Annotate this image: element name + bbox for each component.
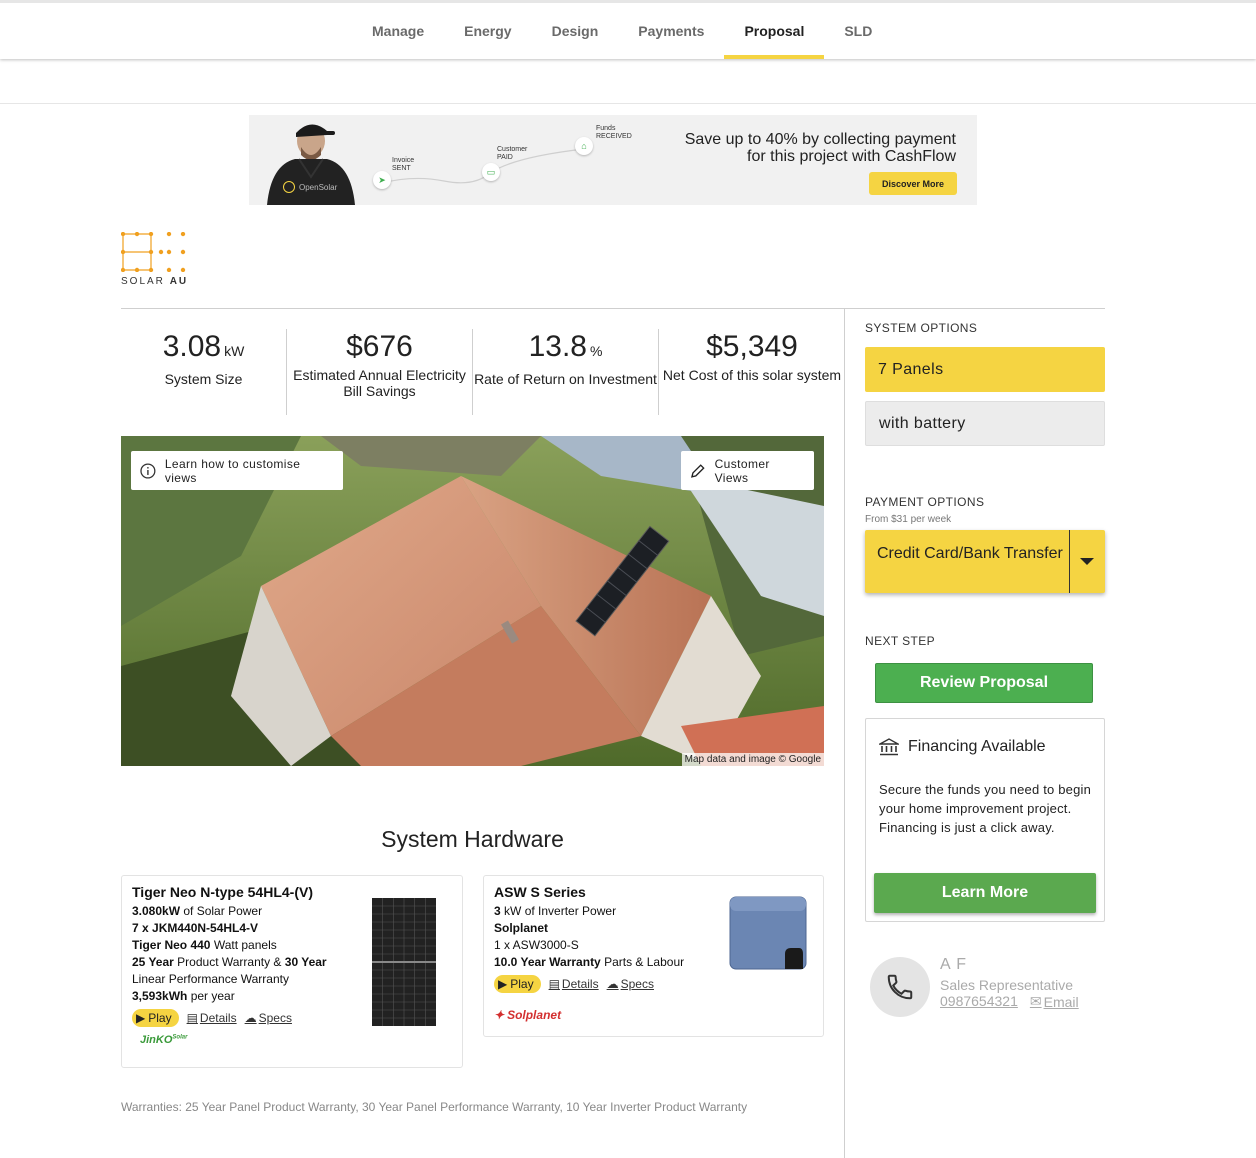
bank-icon: ⌂ <box>575 137 593 155</box>
warranties-summary: Warranties: 25 Year Panel Product Warran… <box>121 1100 748 1114</box>
content-divider <box>121 308 1105 309</box>
sub-bar-divider <box>0 103 1256 104</box>
panel-model: 7 x JKM440N-54HL4-V <box>132 921 259 935</box>
inverter-image <box>729 896 807 970</box>
rep-email-link[interactable]: ✉ Email <box>1030 993 1079 1010</box>
panel-actions: ▶ Play ▤ Details ☁ Specs <box>132 1009 362 1027</box>
mail-icon: ✉ <box>1029 993 1042 1009</box>
inverter-card: ASW S Series 3 kW of Inverter Power Solp… <box>483 875 824 1037</box>
jinko-brand-logo: JinKOSolar <box>140 1034 188 1046</box>
nav-tabs: Manage Energy Design Payments Proposal S… <box>352 3 892 59</box>
sidebar-divider <box>844 309 845 1158</box>
inverter-actions: ▶ Play ▤ Details ☁ Specs <box>494 975 724 993</box>
send-icon: ➤ <box>373 171 391 189</box>
banner-headline-line1: Save up to 40% by collecting payment <box>684 131 956 148</box>
spokesperson-illustration <box>267 124 355 205</box>
3d-roof-map[interactable]: Learn how to customise views Customer Vi… <box>121 436 824 766</box>
shirt-logo-text: OpenSolar <box>299 183 338 192</box>
play-icon: ▶ <box>498 977 508 991</box>
tab-manage[interactable]: Manage <box>352 3 444 59</box>
cloud-download-icon: ☁ <box>244 1011 257 1025</box>
tab-payments[interactable]: Payments <box>618 3 724 59</box>
panel-details-link[interactable]: ▤ Details <box>187 1011 237 1025</box>
system-options-label: SYSTEM OPTIONS <box>865 321 978 335</box>
discover-more-button[interactable]: Discover More <box>869 172 957 195</box>
opensolar-mark-icon <box>283 181 295 193</box>
document-icon: ▤ <box>186 1011 198 1025</box>
inverter-play-button[interactable]: ▶ Play <box>494 975 541 993</box>
inverter-power: 3 kW of Inverter Power <box>494 904 617 918</box>
banner-headline-line2: for this project with CashFlow <box>747 148 956 165</box>
panel-wattage: Tiger Neo 440 Watt panels <box>132 938 277 952</box>
stat-system-size: 3.08 kW System Size <box>121 329 287 415</box>
stat-return-on-investment: 13.8% Rate of Return on Investment <box>473 329 659 415</box>
panel-card: Tiger Neo N-type 54HL4-(V) 3.080kW of So… <box>121 875 463 1068</box>
stat-net-cost: $5,349 Net Cost of this solar system <box>662 330 842 383</box>
map-credit: Map data and image © Google <box>681 753 824 766</box>
panel-yield: 3,593kWh per year <box>132 989 235 1003</box>
stat-annual-savings: $676 Estimated Annual Electricity Bill S… <box>287 329 473 415</box>
financing-description: Secure the funds you need to begin your … <box>879 782 1092 835</box>
logo-wordmark: SOLAR AU <box>121 276 189 287</box>
financing-header: Financing Available <box>879 738 1046 756</box>
card-icon: ▭ <box>482 163 500 181</box>
payment-options-label: PAYMENT OPTIONS <box>865 495 985 509</box>
review-proposal-button[interactable]: Review Proposal <box>875 663 1093 703</box>
phone-icon <box>887 974 913 1000</box>
play-icon: ▶ <box>136 1011 146 1025</box>
customer-views-label: Customer Views <box>714 456 770 485</box>
rep-name: A F <box>940 956 968 973</box>
select-separator <box>1069 530 1070 593</box>
panel-specs-link[interactable]: ☁ Specs <box>245 1011 292 1025</box>
learn-customise-views-label: Learn how to customise views <box>164 456 301 485</box>
panel-power: 3.080kW of Solar Power <box>132 904 263 918</box>
solplanet-brand-logo: ✦ Solplanet <box>494 1008 562 1022</box>
payment-from-price: From $31 per week <box>865 514 952 525</box>
tab-proposal[interactable]: Proposal <box>724 3 825 59</box>
logo-grid-icon <box>120 231 186 273</box>
step-customer-paid: Customer PAID <box>497 146 528 161</box>
financing-card: Financing Available Secure the funds you… <box>865 718 1105 922</box>
inverter-specs-link[interactable]: ☁ Specs <box>607 977 654 991</box>
panel-name: Tiger Neo N-type 54HL4-(V) <box>132 884 313 900</box>
learn-customise-views-button[interactable]: Learn how to customise views <box>131 451 343 490</box>
top-navigation: Manage Energy Design Payments Proposal S… <box>0 0 1256 59</box>
next-step-label: NEXT STEP <box>865 634 936 648</box>
bank-icon <box>879 738 899 756</box>
document-icon: ▤ <box>548 977 560 991</box>
rep-phone-link[interactable]: 0987654321 <box>940 993 1018 1010</box>
system-hardware-title: System Hardware <box>381 826 564 852</box>
financing-title: Financing Available <box>908 738 1046 755</box>
solplanet-mark-icon: ✦ <box>494 1008 505 1022</box>
tab-energy[interactable]: Energy <box>444 3 531 59</box>
rep-contacts: 0987654321 ✉ Email <box>940 993 1079 1010</box>
rep-role: Sales Representative <box>940 977 1074 993</box>
panel-play-button[interactable]: ▶ Play <box>132 1009 179 1027</box>
payment-option-value: Credit Card/Bank Transfer <box>877 545 1063 562</box>
step-invoice-sent: Invoice SENT <box>392 157 415 172</box>
sales-rep-contact: A F Sales Representative 0987654321 ✉ Ema… <box>870 955 1110 1017</box>
chevron-down-icon[interactable] <box>1080 558 1094 565</box>
inverter-maker: Solplanet <box>494 921 549 935</box>
learn-more-button[interactable]: Learn More <box>874 873 1096 913</box>
inverter-warranty: 10.0 Year Warranty Parts & Labour <box>494 955 685 969</box>
cashflow-banner[interactable]: OpenSolar ➤ Invoice SENT ▭ Customer PAID… <box>249 115 977 205</box>
system-option-with-battery[interactable]: with battery <box>865 401 1105 446</box>
inverter-name: ASW S Series <box>494 884 586 900</box>
pencil-icon <box>691 463 705 478</box>
system-option-7-panels[interactable]: 7 Panels <box>865 347 1105 392</box>
avatar <box>870 957 930 1017</box>
cloud-download-icon: ☁ <box>606 977 619 991</box>
inverter-model: 1 x ASW3000-S <box>494 938 579 952</box>
tab-design[interactable]: Design <box>532 3 619 59</box>
company-logo: SOLAR AU <box>120 231 191 288</box>
inverter-details-link[interactable]: ▤ Details <box>549 977 599 991</box>
payment-option-select[interactable]: Credit Card/Bank Transfer <box>865 530 1105 593</box>
tab-sld[interactable]: SLD <box>824 3 892 59</box>
banner-headline: Save up to 40% by collecting payment for… <box>626 131 956 165</box>
solar-panel-image <box>372 898 436 1026</box>
panel-warranty: 25 Year Product Warranty & 30 Year Linea… <box>132 955 327 986</box>
customer-views-button[interactable]: Customer Views <box>681 451 814 490</box>
info-icon <box>140 462 156 479</box>
